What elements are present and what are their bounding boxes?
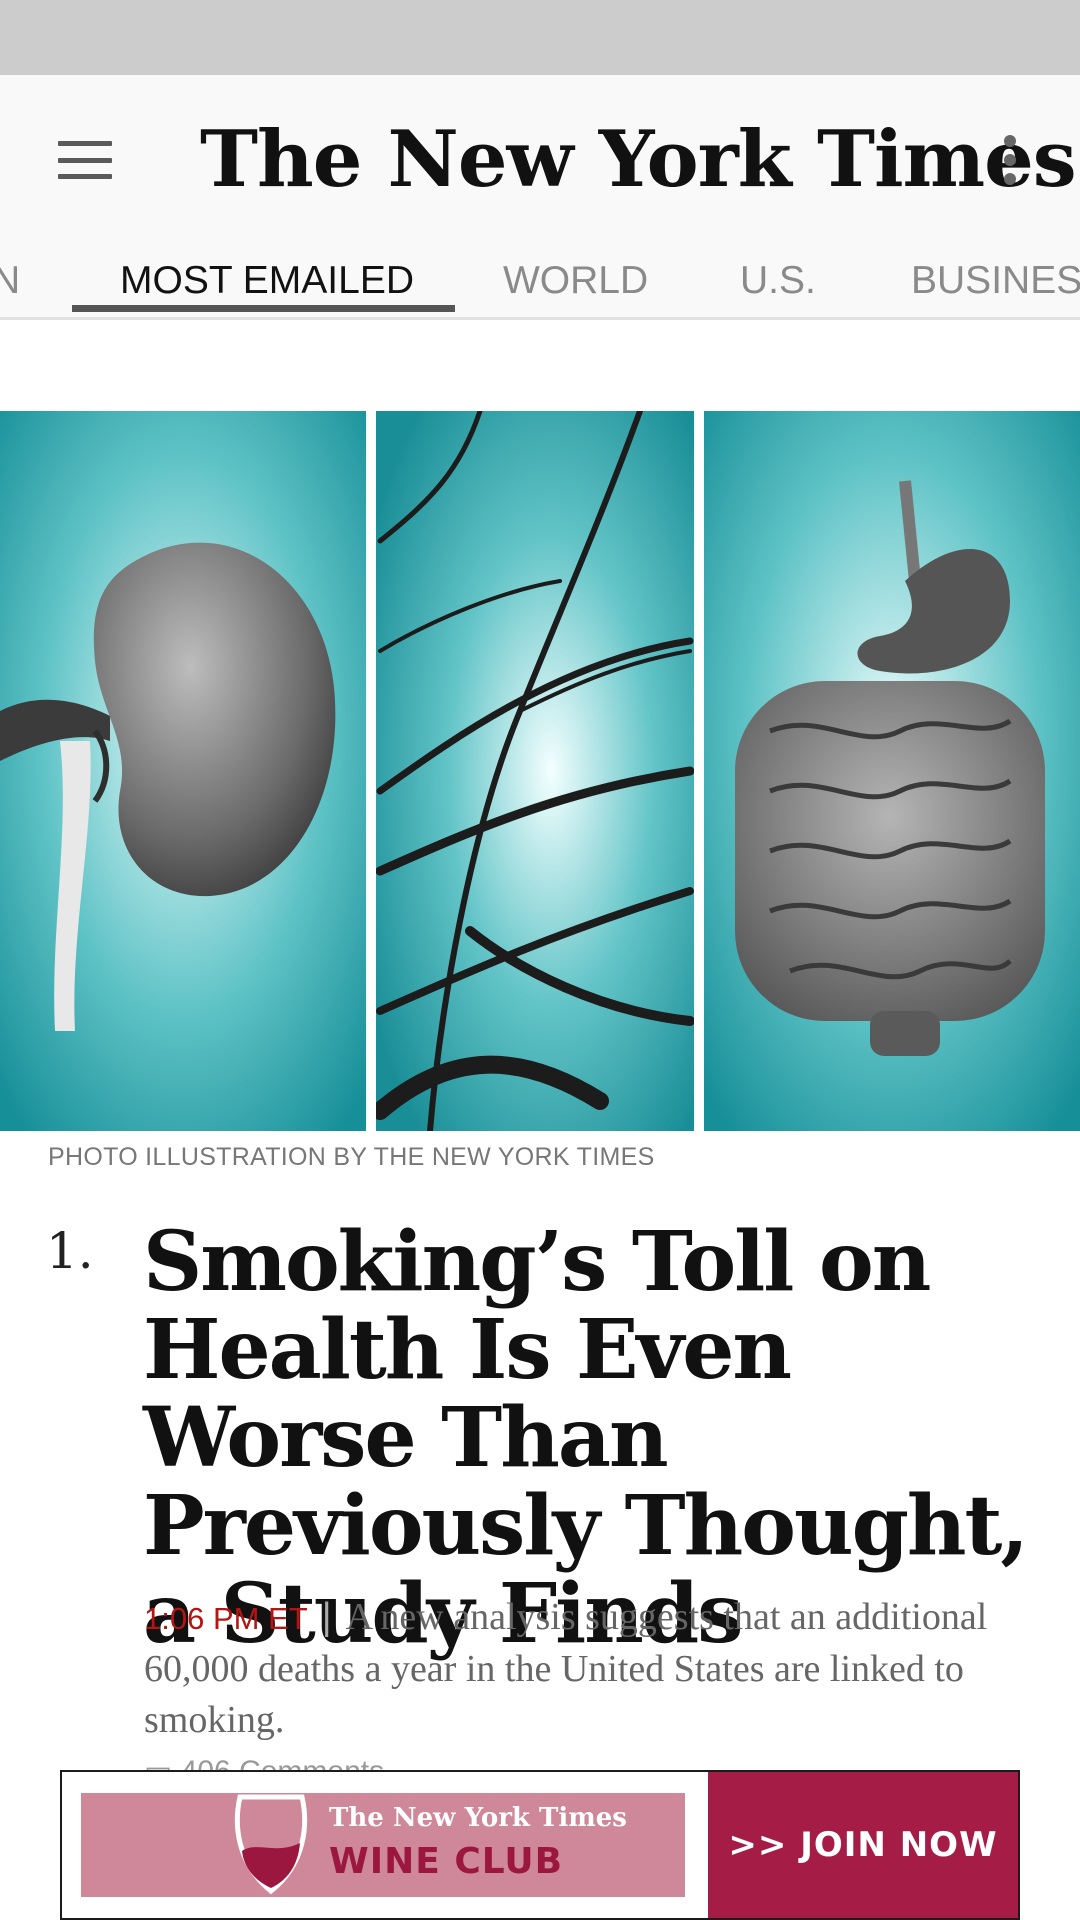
tab-us[interactable]: U.S. [740,245,816,317]
nyt-logo[interactable]: The New York Times [200,110,1077,210]
app-bar: The New York Times N MOST EMAILED WORLD … [0,75,1080,320]
wine-glass-icon [234,1794,308,1895]
organs-illustration [0,411,1080,1131]
tab-world[interactable]: WORLD [503,245,648,317]
join-now-button[interactable]: >> JOIN NOW [708,1772,1018,1918]
hamburger-icon [58,141,112,179]
toolbar: The New York Times [0,75,1080,245]
photo-credit: PHOTO ILLUSTRATION BY THE NEW YORK TIMES [48,1143,655,1171]
ad-product-text: WINE CLUB [329,1841,564,1882]
separator: | [321,1596,332,1638]
active-tab-indicator [72,305,455,312]
article-timestamp: 1:06 PM ET [144,1601,308,1636]
article-rank: 1. [46,1222,94,1280]
article-summary-block[interactable]: 1:06 PM ET | A new analysis suggests that … [144,1592,1044,1746]
status-bar [0,0,1080,75]
tab-opinion[interactable]: N [0,245,20,317]
menu-button[interactable] [40,120,130,200]
hero-image[interactable] [0,411,1080,1131]
ad-brand-text: The New York Times [329,1803,627,1833]
ad-brand-panel[interactable]: The New York Times WINE CLUB [81,1793,685,1897]
wine-club-ad-banner[interactable]: The New York Times WINE CLUB >> JOIN NOW [60,1770,1020,1920]
more-vert-icon[interactable] [985,125,1035,195]
tab-business[interactable]: BUSINESS [911,245,1080,317]
